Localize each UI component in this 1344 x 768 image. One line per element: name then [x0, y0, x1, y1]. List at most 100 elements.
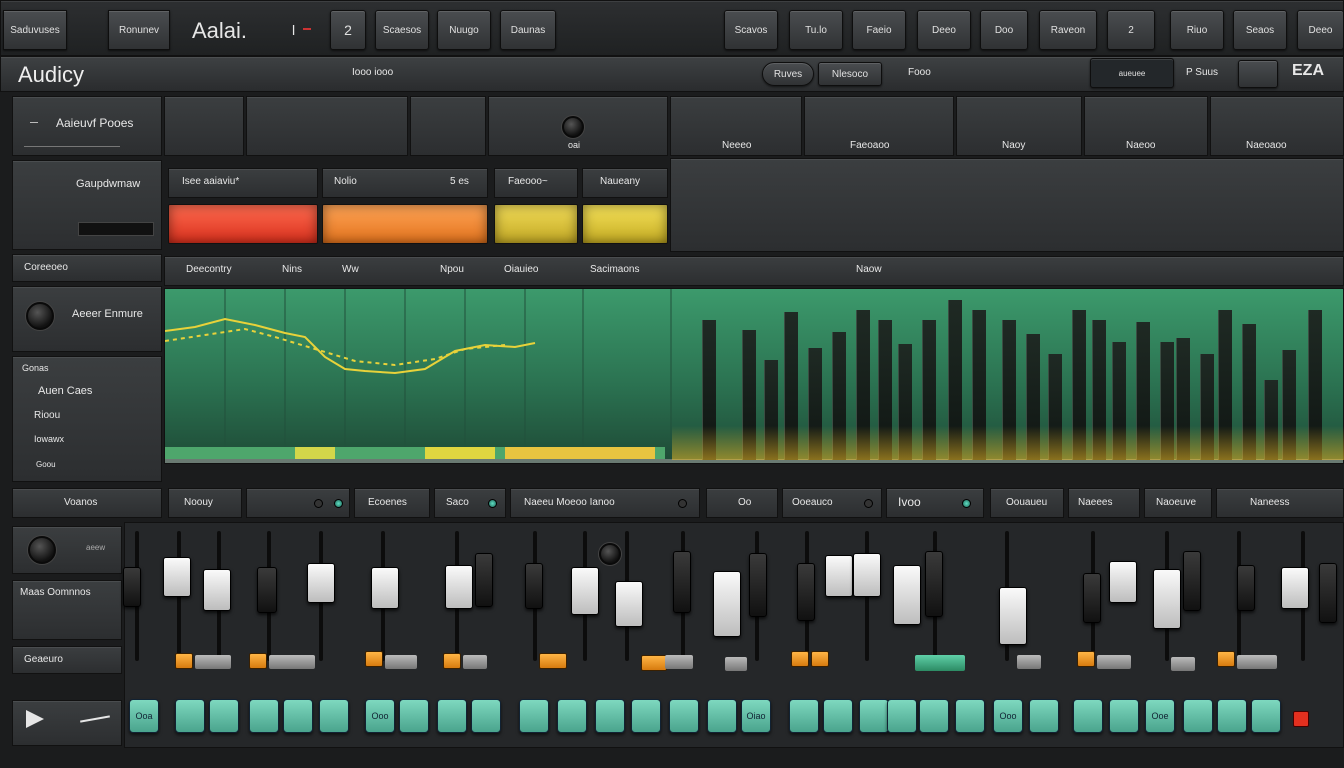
fader-handle[interactable]	[749, 553, 767, 617]
mute-toggle-teal[interactable]	[915, 655, 965, 671]
channel-pad[interactable]	[1073, 699, 1103, 733]
solo-indicator[interactable]	[365, 651, 383, 667]
list-item[interactable]: Goou	[36, 460, 56, 469]
list-item[interactable]: Iowawx	[34, 434, 64, 444]
fader-handle[interactable]	[1183, 551, 1201, 611]
strip-knob[interactable]	[599, 543, 621, 565]
sidebar-slider[interactable]	[78, 222, 154, 236]
list-item[interactable]: Rioou	[34, 410, 60, 421]
channel-pad[interactable]	[631, 699, 661, 733]
channel-pad[interactable]	[437, 699, 467, 733]
fader-handle[interactable]	[1153, 569, 1181, 629]
channel-pad[interactable]	[399, 699, 429, 733]
channel-pad[interactable]	[557, 699, 587, 733]
volume-knob[interactable]	[28, 536, 56, 564]
channel-pad[interactable]	[789, 699, 819, 733]
mode-selector[interactable]: Nlesoco	[818, 62, 882, 86]
channel-pad[interactable]	[319, 699, 349, 733]
riuo-button[interactable]: Riuo	[1170, 10, 1224, 50]
two-button[interactable]: 2	[330, 10, 366, 50]
tab-daunas[interactable]: Daunas	[500, 10, 556, 50]
channel-pad[interactable]	[249, 699, 279, 733]
deeo-right-button[interactable]: Deeo	[1297, 10, 1344, 50]
two-right-button[interactable]: 2	[1107, 10, 1155, 50]
fader-handle[interactable]	[999, 587, 1027, 645]
channel-pad[interactable]	[595, 699, 625, 733]
solo-indicator[interactable]	[1217, 651, 1235, 667]
sidebar-section-gaupdwmaw[interactable]	[12, 160, 162, 250]
saduvuses-button[interactable]: Saduvuses	[3, 10, 67, 50]
fader-handle[interactable]	[1109, 561, 1137, 603]
channel-pad[interactable]: Ooo	[993, 699, 1023, 733]
channel-pad[interactable]	[707, 699, 737, 733]
ronunev-button[interactable]: Ronunev	[108, 10, 170, 50]
channel-pad[interactable]	[887, 699, 917, 733]
channel-pad[interactable]	[1029, 699, 1059, 733]
fader-handle[interactable]	[925, 551, 943, 617]
channel-pad[interactable]	[175, 699, 205, 733]
doo-button[interactable]: Doo	[980, 10, 1028, 50]
channel-pad[interactable]	[209, 699, 239, 733]
fader-handle[interactable]	[615, 581, 643, 627]
raveon-button[interactable]: Raveon	[1039, 10, 1097, 50]
channel-pad[interactable]: Ooa	[129, 699, 159, 733]
deeo-button[interactable]: Deeo	[917, 10, 971, 50]
seaos-button[interactable]: Seaos	[1233, 10, 1287, 50]
ruves-pill[interactable]: Ruves	[762, 62, 814, 86]
channel-pad[interactable]	[471, 699, 501, 733]
play-icon[interactable]	[26, 710, 44, 728]
fader-handle[interactable]	[371, 567, 399, 609]
channel-pad[interactable]	[823, 699, 853, 733]
list-item[interactable]: Gonas	[22, 363, 49, 373]
fader-handle[interactable]	[713, 571, 741, 637]
fader-handle[interactable]	[825, 555, 853, 597]
channel-pad[interactable]	[1217, 699, 1247, 733]
fader-handle[interactable]	[307, 563, 335, 603]
channel-pad[interactable]	[519, 699, 549, 733]
solo-indicator[interactable]	[443, 653, 461, 669]
channel-pad[interactable]	[919, 699, 949, 733]
channel-pad[interactable]: Ooo	[365, 699, 395, 733]
channel-pad[interactable]	[1109, 699, 1139, 733]
channel-pad[interactable]: Ooe	[1145, 699, 1175, 733]
fader-handle[interactable]	[797, 563, 815, 621]
channel-pad[interactable]	[283, 699, 313, 733]
solo-indicator[interactable]	[791, 651, 809, 667]
fader-handle[interactable]	[1083, 573, 1101, 623]
fader-handle[interactable]	[475, 553, 493, 607]
fader-handle[interactable]	[1319, 563, 1337, 623]
scavos-button[interactable]: Scavos	[724, 10, 778, 50]
tulo-button[interactable]: Tu.lo	[789, 10, 843, 50]
fader-handle[interactable]	[123, 567, 141, 607]
fader-handle[interactable]	[203, 569, 231, 611]
solo-indicator[interactable]	[539, 653, 567, 669]
fader-handle[interactable]	[525, 563, 543, 609]
channel-pad[interactable]	[955, 699, 985, 733]
record-button[interactable]	[1293, 711, 1309, 727]
fader-handle[interactable]	[1281, 567, 1309, 609]
faeio-button[interactable]: Faeio	[852, 10, 906, 50]
enmure-knob[interactable]	[26, 302, 54, 330]
fader-handle[interactable]	[445, 565, 473, 609]
corner-toggle[interactable]	[1238, 60, 1278, 88]
fader-handle[interactable]	[163, 557, 191, 597]
tab-scaesos[interactable]: Scaesos	[375, 10, 429, 50]
solo-indicator[interactable]	[811, 651, 829, 667]
fader-handle[interactable]	[1237, 565, 1255, 611]
solo-indicator[interactable]	[641, 655, 667, 671]
solo-indicator[interactable]	[249, 653, 267, 669]
list-item[interactable]: Auen Caes	[38, 385, 92, 397]
fader-handle[interactable]	[571, 567, 599, 615]
master-knob[interactable]	[562, 116, 584, 138]
solo-indicator[interactable]	[175, 653, 193, 669]
fader-handle[interactable]	[853, 553, 881, 597]
fader-handle[interactable]	[257, 567, 277, 613]
channel-pad[interactable]	[859, 699, 889, 733]
solo-indicator[interactable]	[1077, 651, 1095, 667]
channel-pad[interactable]	[669, 699, 699, 733]
channel-pad[interactable]: Oiao	[741, 699, 771, 733]
channel-pad[interactable]	[1183, 699, 1213, 733]
fader-handle[interactable]	[673, 551, 691, 613]
tab-nuugo[interactable]: Nuugo	[437, 10, 491, 50]
fader-handle[interactable]	[893, 565, 921, 625]
